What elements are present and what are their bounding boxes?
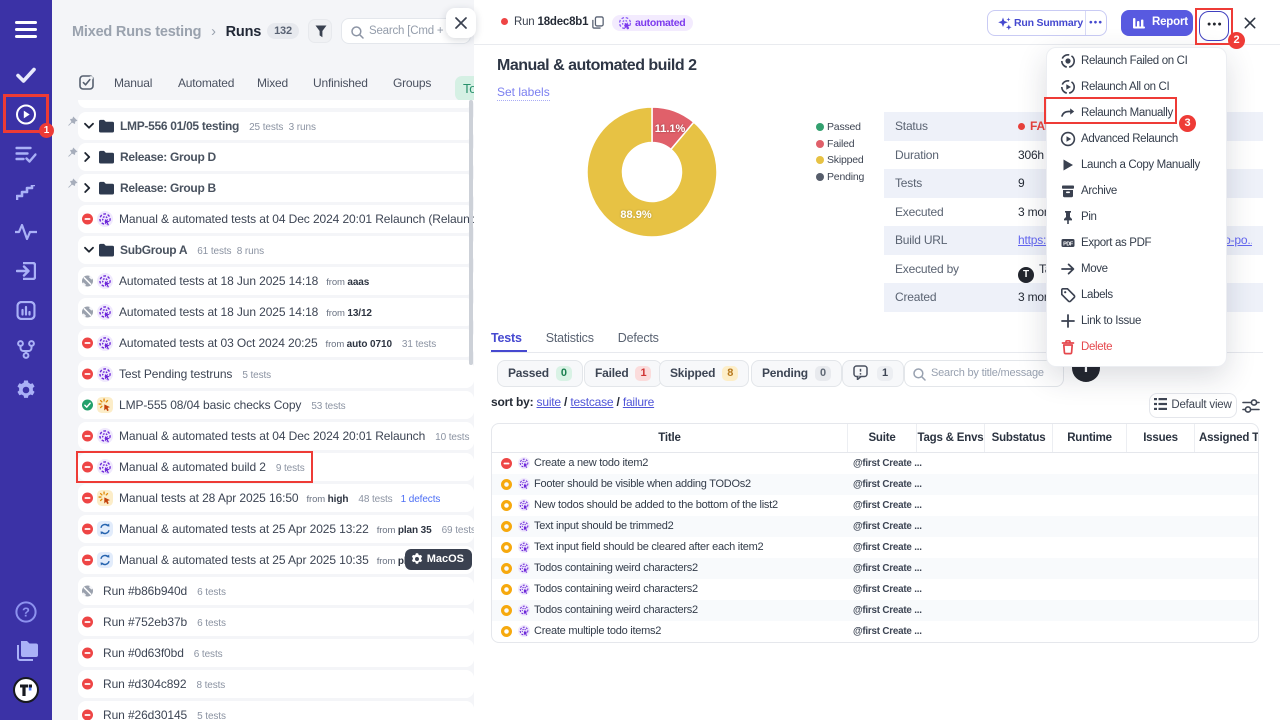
svg-text:88.9%: 88.9% (620, 209, 651, 221)
svg-text:PDF: PDF (1063, 242, 1074, 248)
svg-text:?: ? (22, 605, 30, 620)
svg-text:11.1%: 11.1% (655, 123, 686, 135)
